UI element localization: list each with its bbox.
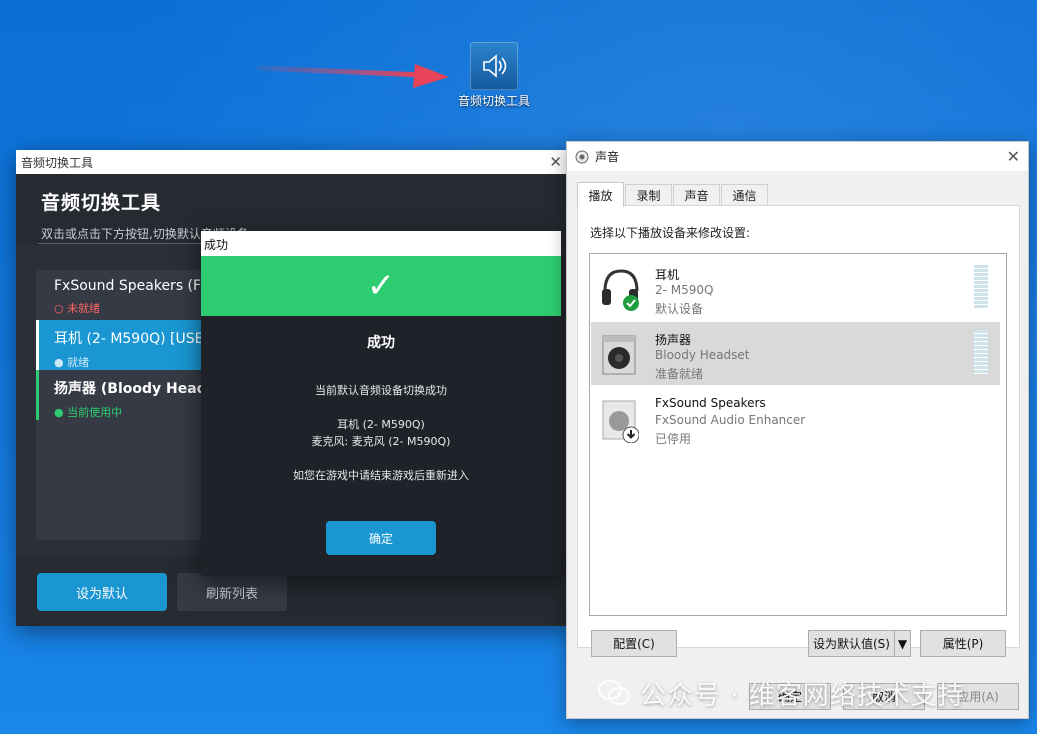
device-name: FxSound Speakers: [655, 396, 766, 410]
tab-sounds[interactable]: 声音: [673, 184, 720, 206]
playback-device-list: 耳机 2- M590Q 默认设备 扬声器 Bloody Headset 准备就绪: [589, 253, 1007, 616]
refresh-list-button[interactable]: 刷新列表: [177, 573, 287, 611]
volume-meter: [974, 330, 988, 374]
watermark-text: 公众号 · 维客网络技术支持: [640, 680, 965, 711]
set-default-button[interactable]: 设为默认值(S): [808, 630, 894, 657]
speaker-disabled-icon: [602, 400, 639, 443]
window-title: 声音: [595, 150, 620, 164]
device-state: 准备就绪: [655, 367, 704, 381]
configure-button[interactable]: 配置(C): [591, 630, 677, 657]
tab-content: 选择以下播放设备来修改设置: 耳机 2- M590Q 默认设备 扬声器 Bloo…: [577, 205, 1020, 648]
volume-meter: [974, 265, 988, 309]
title-bar: 音频切换工具 ✕: [16, 150, 572, 174]
speaker-icon: [575, 150, 589, 163]
instruction-text: 选择以下播放设备来修改设置:: [590, 226, 751, 240]
device-name: 耳机: [655, 268, 680, 282]
desktop-shortcut-audio-switcher[interactable]: 音频切换工具: [455, 42, 533, 109]
mic-device-line: 麦克风: 麦克风 (2- M590Q): [311, 435, 451, 448]
dialog-message: 当前默认音频设备切换成功: [315, 384, 447, 397]
success-banner: ✓: [201, 256, 561, 316]
close-icon[interactable]: ✕: [549, 153, 562, 171]
properties-button[interactable]: 属性(P): [920, 630, 1006, 657]
window-title: 音频切换工具: [21, 155, 94, 170]
tab-recording[interactable]: 录制: [625, 184, 672, 206]
red-arrow-annotation: [256, 64, 449, 88]
list-item-selected[interactable]: 扬声器 Bloody Headset 准备就绪: [591, 322, 1000, 385]
speaker-icon: [470, 42, 518, 90]
sound-control-panel: 声音 ✕ 播放 录制 声音 通信 选择以下播放设备来修改设置: 耳机 2- M5…: [566, 141, 1029, 719]
tab-communications[interactable]: 通信: [721, 184, 768, 206]
dialog-title: 成功: [201, 231, 561, 256]
device-desc: FxSound Audio Enhancer: [655, 413, 806, 427]
device-state: 默认设备: [655, 302, 704, 316]
device-name: 扬声器: [655, 333, 692, 347]
device-desc: Bloody Headset: [655, 348, 750, 362]
title-bar: 声音 ✕: [567, 142, 1028, 171]
list-item[interactable]: FxSound Speakers FxSound Audio Enhancer …: [591, 387, 1000, 450]
watermark: 公众号 · 维客网络技术支持: [598, 672, 1028, 714]
dialog-heading: 成功: [367, 335, 395, 351]
desktop-icon-label: 音频切换工具: [457, 94, 530, 108]
divider: [38, 243, 218, 244]
device-desc: 2- M590Q: [655, 283, 714, 297]
wechat-icon: [598, 680, 630, 705]
chevron-down-icon[interactable]: ▼: [894, 630, 911, 657]
page-title: 音频切换工具: [41, 192, 162, 214]
device-state: 已停用: [655, 432, 692, 446]
list-item[interactable]: 耳机 2- M590Q 默认设备: [591, 257, 1000, 320]
ok-button[interactable]: 确定: [326, 521, 436, 555]
set-default-button[interactable]: 设为默认: [37, 573, 167, 611]
output-device-line: 耳机 (2- M590Q): [337, 418, 425, 431]
checkmark-icon: ✓: [366, 266, 396, 306]
dialog-hint: 如您在游戏中请结束游戏后重新进入: [293, 469, 469, 482]
close-icon[interactable]: ✕: [1007, 147, 1020, 166]
success-dialog: 成功 ✓ 成功 当前默认音频设备切换成功 耳机 (2- M590Q) 麦克风: …: [201, 231, 561, 576]
tab-playback[interactable]: 播放: [577, 182, 624, 207]
headphones-icon: [602, 269, 639, 311]
speaker-icon: [602, 335, 636, 375]
